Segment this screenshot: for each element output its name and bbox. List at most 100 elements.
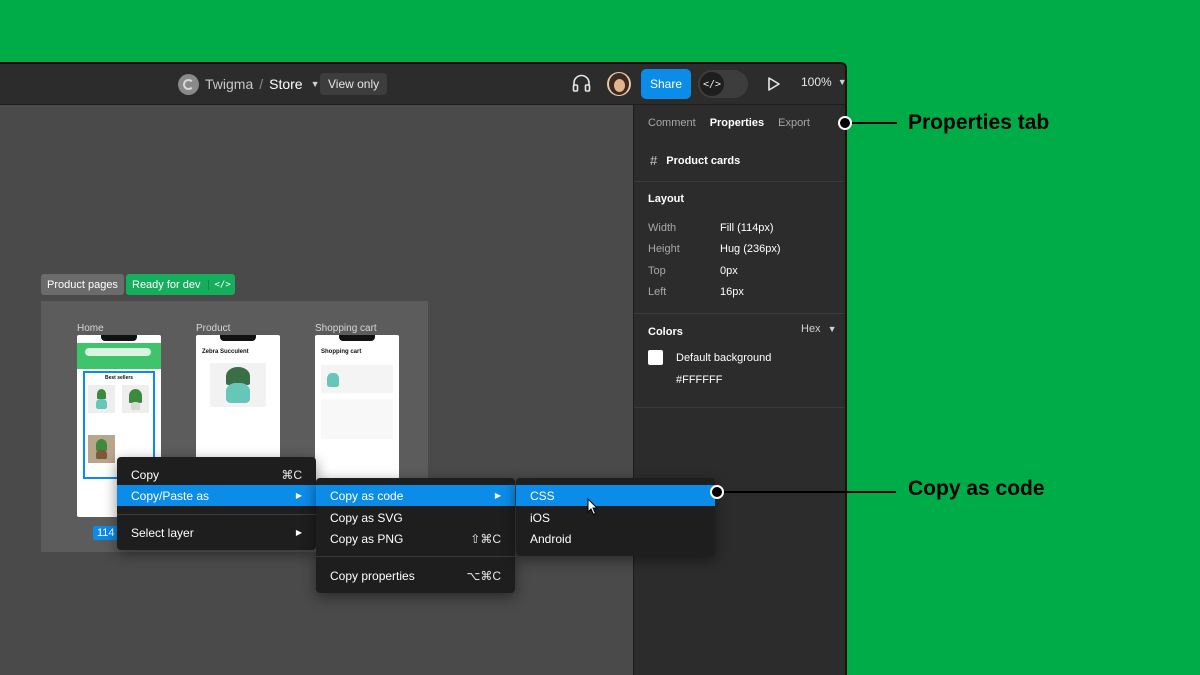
callout-properties-tab: Properties tab [908, 111, 1050, 134]
menu-item-copy-as-code[interactable]: Copy as code ▶ [316, 485, 515, 506]
file-name[interactable]: Store [269, 76, 302, 92]
code-icon: </> [700, 72, 724, 96]
dev-mode-toggle[interactable]: </> [698, 70, 748, 98]
height-label: Height [648, 243, 680, 255]
color-format-dropdown[interactable]: Hex ▼ [801, 323, 836, 335]
phone-notch [101, 335, 137, 341]
promo-pill [85, 348, 151, 356]
code-icon[interactable]: </> [208, 279, 231, 290]
cart-item [321, 365, 393, 393]
zoom-dropdown[interactable]: 100% ▼ [801, 75, 847, 89]
menu-item-android[interactable]: Android [516, 528, 715, 549]
menu-item-label: Copy as SVG [330, 510, 403, 525]
width-value[interactable]: Fill (114px) [720, 222, 774, 234]
callout-dot [838, 116, 852, 130]
share-button[interactable]: Share [641, 69, 691, 99]
home-heading: Best sellers [105, 375, 134, 381]
shortcut: ⌘C [281, 467, 302, 482]
menu-item-label: Select layer [131, 525, 194, 540]
context-menu: Copy ⌘C Copy/Paste as ▶ Select layer ▶ [117, 457, 316, 550]
tab-properties[interactable]: Properties [710, 117, 764, 129]
tab-export[interactable]: Export [778, 117, 810, 129]
panel-tabs: Comment Properties Export [648, 117, 810, 129]
plant-image [97, 389, 106, 399]
left-label: Left [648, 286, 667, 298]
frame-label-shopping-cart[interactable]: Shopping cart [315, 323, 377, 334]
menu-item-css[interactable]: CSS [516, 485, 715, 506]
divider [634, 313, 845, 314]
copy-paste-as-submenu: Copy as code ▶ Copy as SVG Copy as PNG ⇧… [316, 478, 515, 593]
cart-summary [321, 399, 393, 439]
menu-item-label: Copy as PNG [330, 531, 404, 546]
menu-item-copy-as-svg[interactable]: Copy as SVG [316, 507, 515, 528]
menu-item-copy-properties[interactable]: Copy properties ⌥⌘C [316, 565, 515, 586]
product-card [122, 385, 149, 413]
menu-item-copy-as-png[interactable]: Copy as PNG ⇧⌘C [316, 528, 515, 549]
left-value[interactable]: 16px [720, 286, 744, 298]
frame-label-home[interactable]: Home [77, 323, 104, 334]
cart-heading: Shopping cart [321, 349, 362, 355]
chevron-right-icon: ▶ [494, 491, 501, 500]
width-label: Width [648, 222, 677, 234]
top-value[interactable]: 0px [720, 265, 738, 277]
phone-notch [220, 335, 256, 341]
pot-image [327, 373, 339, 387]
frame-label-product[interactable]: Product [196, 323, 230, 334]
team-name[interactable]: Twigma [205, 76, 253, 92]
chevron-right-icon: ▶ [295, 491, 302, 500]
ready-for-dev-tag[interactable]: Ready for dev </> [126, 274, 235, 295]
menu-item-label: CSS [530, 488, 555, 503]
menu-item-ios[interactable]: iOS [516, 507, 715, 528]
plant-image [129, 389, 142, 403]
color-swatch[interactable] [648, 350, 663, 365]
promo-banner [77, 343, 161, 369]
play-icon[interactable] [767, 74, 781, 94]
top-label: Top [648, 265, 666, 277]
headphones-icon[interactable] [571, 73, 592, 94]
view-only-badge[interactable]: View only [320, 73, 388, 95]
pot-image [96, 399, 107, 409]
menu-item-select-layer[interactable]: Select layer ▶ [117, 522, 316, 543]
menu-separator [117, 514, 316, 515]
pot-image [226, 383, 250, 403]
user-avatar[interactable] [607, 72, 631, 96]
chevron-down-icon[interactable]: ▼ [311, 79, 320, 89]
properties-panel: Comment Properties Export # Product card… [633, 105, 845, 675]
height-value[interactable]: Hug (236px) [720, 243, 781, 255]
phone-notch [339, 335, 375, 341]
ready-for-dev-label: Ready for dev [132, 278, 201, 291]
menu-item-label: Copy properties [330, 568, 415, 583]
section-tag[interactable]: Product pages [41, 274, 124, 295]
menu-item-label: Copy as code [330, 488, 404, 503]
menu-item-label: iOS [530, 510, 551, 525]
breadcrumb: Twigma / Store ▼ [178, 73, 320, 95]
chevron-right-icon: ▶ [295, 528, 302, 537]
chevron-down-icon: ▼ [837, 77, 847, 87]
callout-copy-as-code: Copy as code [908, 477, 1045, 500]
selection-width-badge: 114 [93, 526, 119, 540]
copy-as-code-submenu: CSS iOS Android [516, 478, 715, 556]
divider [634, 181, 845, 182]
color-name[interactable]: Default background [676, 352, 771, 364]
team-logo-icon[interactable] [178, 73, 199, 95]
product-heading: Zebra Succulent [202, 349, 249, 355]
tab-comment[interactable]: Comment [648, 117, 696, 129]
callout-line [852, 122, 897, 124]
callout-dot [710, 485, 724, 499]
menu-separator [316, 556, 515, 557]
menu-item-copy[interactable]: Copy ⌘C [117, 464, 316, 485]
shortcut: ⌥⌘C [466, 568, 502, 583]
product-image [210, 363, 266, 407]
layout-section-title: Layout [648, 193, 685, 205]
callout-line [724, 491, 896, 493]
layer-name: Product cards [666, 154, 741, 167]
pot-image [96, 450, 107, 459]
menu-item-label: Android [530, 531, 572, 546]
menu-item-label: Copy/Paste as [131, 488, 210, 503]
breadcrumb-separator: / [259, 76, 264, 92]
selected-layer: # Product cards [650, 153, 740, 168]
divider [634, 407, 845, 408]
menu-item-copy-paste-as[interactable]: Copy/Paste as ▶ [117, 485, 316, 506]
top-toolbar: Twigma / Store ▼ View only Share </> 100… [0, 64, 845, 105]
color-hex[interactable]: #FFFFFF [676, 374, 722, 386]
